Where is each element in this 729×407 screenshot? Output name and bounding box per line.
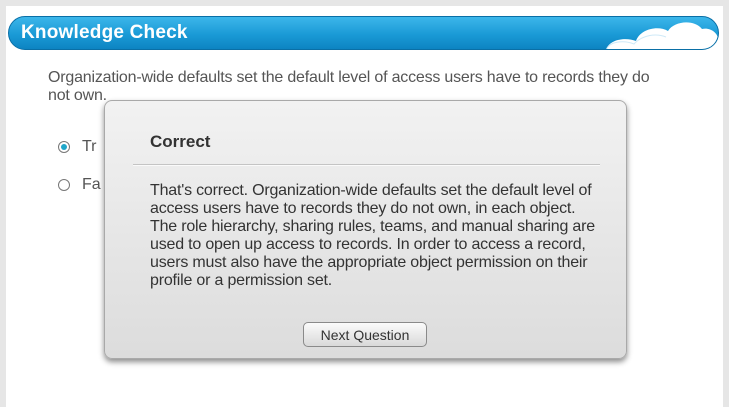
feedback-body: That's correct. Organization-wide defaul… bbox=[150, 182, 595, 289]
radio-selected-icon[interactable] bbox=[58, 141, 70, 153]
divider bbox=[133, 164, 600, 166]
answer-option-true[interactable]: Tr bbox=[58, 138, 97, 156]
page-title: Knowledge Check bbox=[21, 22, 188, 43]
answer-option-label: Fa bbox=[82, 176, 101, 193]
answer-option-false[interactable]: Fa bbox=[58, 176, 101, 194]
feedback-title: Correct bbox=[150, 132, 211, 151]
feedback-dialog: Correct That's correct. Organization-wid… bbox=[104, 100, 627, 359]
knowledge-check-panel: Knowledge Check Organization-wide defaul… bbox=[6, 6, 723, 407]
header-bar: Knowledge Check bbox=[8, 16, 719, 50]
next-question-button[interactable]: Next Question bbox=[303, 322, 427, 347]
radio-unselected-icon[interactable] bbox=[58, 179, 70, 191]
answer-option-label: Tr bbox=[82, 138, 97, 155]
cloud-icon bbox=[606, 22, 718, 49]
